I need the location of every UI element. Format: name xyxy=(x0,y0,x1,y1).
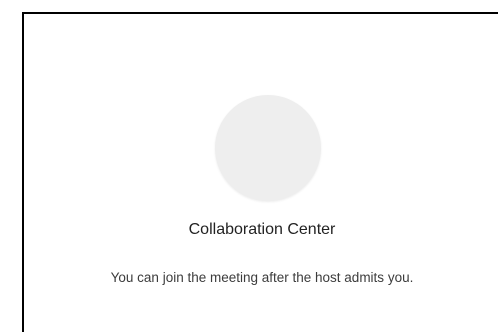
avatar-placeholder xyxy=(215,95,321,201)
waiting-room-panel: Collaboration Center You can join the me… xyxy=(22,12,498,332)
meeting-title: Collaboration Center xyxy=(188,221,336,238)
waiting-message: You can join the meeting after the host … xyxy=(110,270,414,285)
